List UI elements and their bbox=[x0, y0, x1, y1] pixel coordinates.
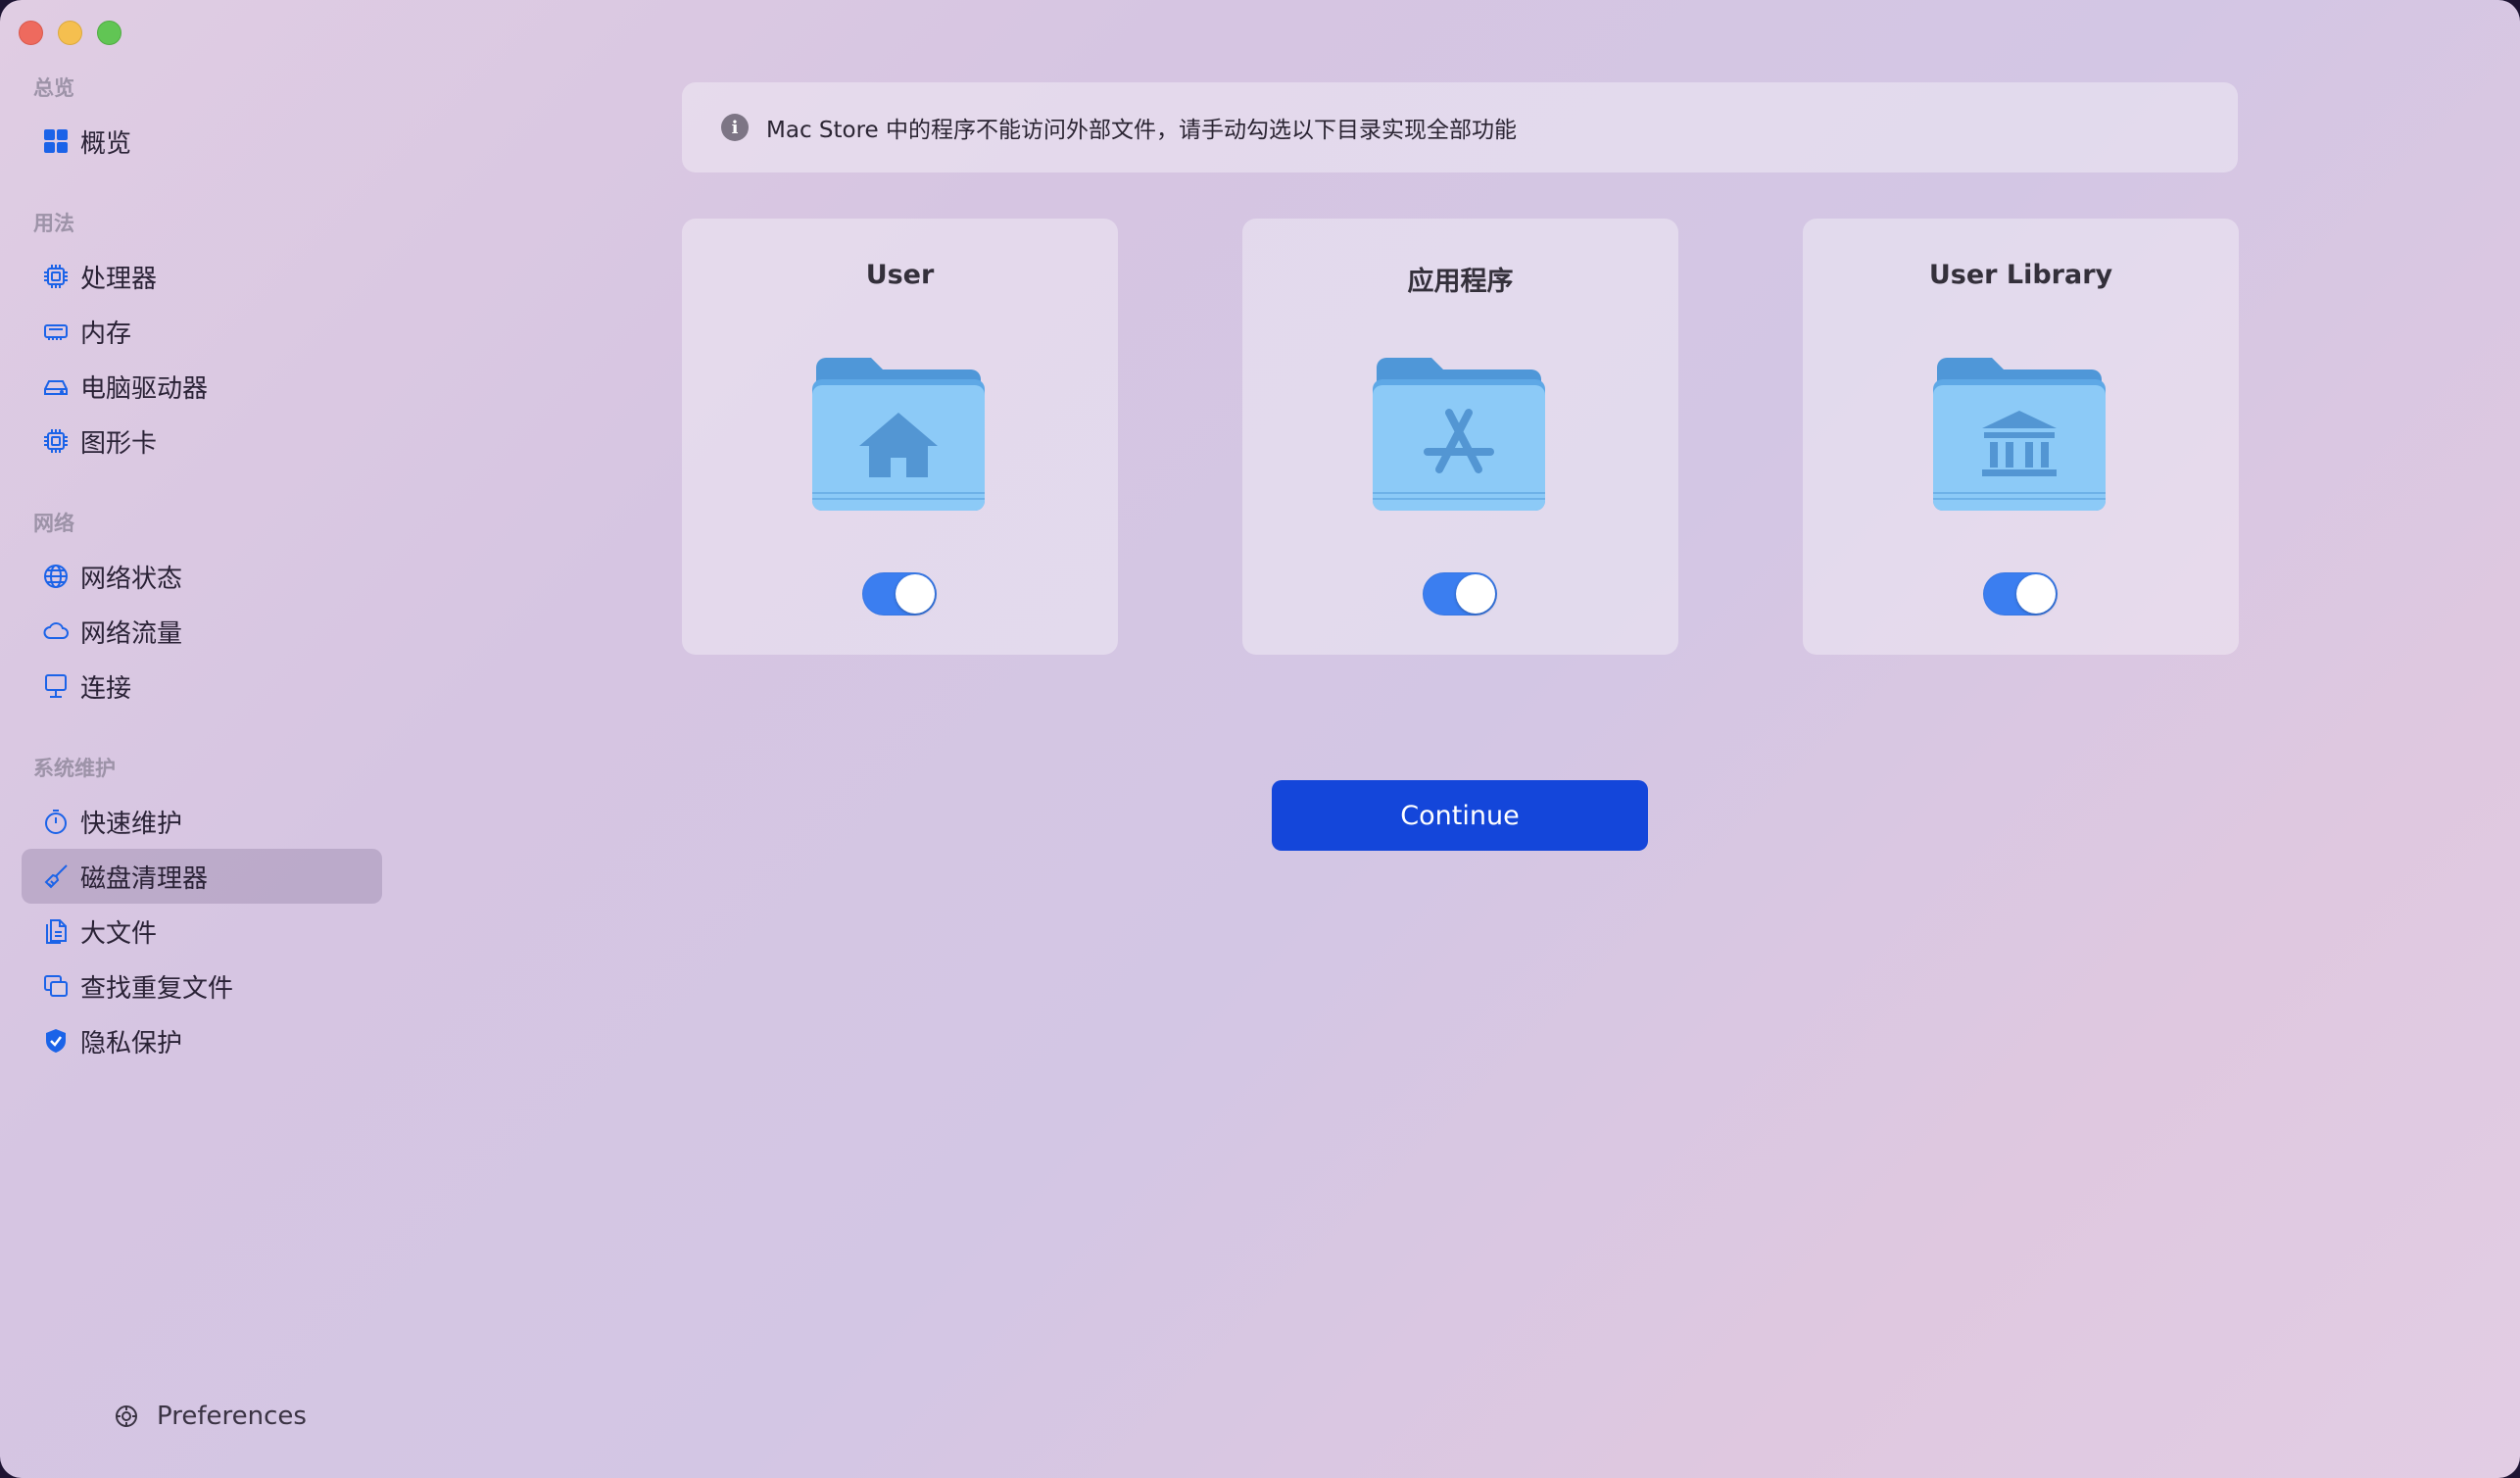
globe-icon bbox=[41, 562, 71, 591]
folder-card-title: 应用程序 bbox=[1407, 267, 1514, 297]
notice-text: Mac Store 中的程序不能访问外部文件，请手动勾选以下目录实现全部功能 bbox=[766, 118, 1517, 143]
sidebar-item-drives[interactable]: 电脑驱动器 bbox=[22, 359, 382, 414]
grid-icon bbox=[41, 126, 71, 156]
toggle-knob bbox=[896, 574, 935, 614]
sidebar-item-label: 连接 bbox=[80, 673, 132, 704]
section-header-maintenance: 系统维护 bbox=[33, 757, 116, 780]
sidebar-item-memory[interactable]: 内存 bbox=[22, 304, 382, 359]
folder-card-title: User bbox=[865, 260, 935, 290]
sidebar-item-large-files[interactable]: 大文件 bbox=[22, 904, 382, 959]
folder-card-user: User bbox=[682, 219, 1118, 655]
cloud-icon bbox=[41, 616, 71, 646]
timer-icon bbox=[41, 807, 71, 836]
folder-card-user-library: User Library bbox=[1803, 219, 2239, 655]
sidebar-item-label: 快速维护 bbox=[80, 809, 183, 839]
sidebar: 总览 概览 用法 处理器 内存 电脑驱动器 图形卡 网络 网络状态 网络流量 连… bbox=[0, 0, 392, 1478]
cpu-icon bbox=[41, 262, 71, 291]
sidebar-item-label: 查找重复文件 bbox=[80, 973, 234, 1004]
applications-folder-toggle[interactable] bbox=[1423, 572, 1497, 616]
info-icon: i bbox=[721, 114, 749, 141]
home-folder-icon bbox=[808, 356, 989, 513]
memory-icon bbox=[41, 317, 71, 346]
sidebar-item-cpu[interactable]: 处理器 bbox=[22, 249, 382, 304]
desktop-icon bbox=[41, 671, 71, 701]
folder-card-applications: 应用程序 bbox=[1242, 219, 1678, 655]
preferences-label: Preferences bbox=[157, 1402, 307, 1431]
sidebar-item-label: 图形卡 bbox=[80, 428, 158, 459]
section-header-usage: 用法 bbox=[33, 212, 74, 235]
sidebar-item-privacy[interactable]: 隐私保护 bbox=[22, 1013, 382, 1068]
sidebar-item-network-traffic[interactable]: 网络流量 bbox=[22, 604, 382, 659]
sidebar-item-label: 电脑驱动器 bbox=[80, 373, 209, 404]
sidebar-item-overview[interactable]: 概览 bbox=[22, 114, 382, 169]
sidebar-item-graphics[interactable]: 图形卡 bbox=[22, 414, 382, 468]
sidebar-item-label: 内存 bbox=[80, 319, 132, 349]
sidebar-item-find-duplicates[interactable]: 查找重复文件 bbox=[22, 959, 382, 1013]
sidebar-item-label: 大文件 bbox=[80, 918, 158, 949]
sidebar-item-quick-maintenance[interactable]: 快速维护 bbox=[22, 794, 382, 849]
continue-button[interactable]: Continue bbox=[1272, 780, 1648, 851]
sidebar-item-network-status[interactable]: 网络状态 bbox=[22, 549, 382, 604]
sidebar-item-label: 磁盘清理器 bbox=[80, 863, 209, 894]
sidebar-item-connections[interactable]: 连接 bbox=[22, 659, 382, 714]
sidebar-item-label: 概览 bbox=[80, 128, 132, 159]
shield-icon bbox=[41, 1026, 71, 1056]
documents-icon bbox=[41, 916, 71, 946]
sidebar-item-disk-cleaner[interactable]: 磁盘清理器 bbox=[22, 849, 382, 904]
gpu-icon bbox=[41, 426, 71, 456]
folder-card-title: User Library bbox=[1928, 260, 2113, 290]
user-library-folder-toggle[interactable] bbox=[1983, 572, 2058, 616]
sidebar-item-label: 网络流量 bbox=[80, 618, 183, 649]
drive-icon bbox=[41, 371, 71, 401]
app-window: 总览 概览 用法 处理器 内存 电脑驱动器 图形卡 网络 网络状态 网络流量 连… bbox=[0, 0, 2520, 1478]
sidebar-item-label: 处理器 bbox=[80, 264, 158, 294]
access-notice-banner: i Mac Store 中的程序不能访问外部文件，请手动勾选以下目录实现全部功能 bbox=[682, 82, 2238, 172]
user-folder-toggle[interactable] bbox=[862, 572, 937, 616]
broom-icon bbox=[41, 862, 71, 891]
applications-folder-icon bbox=[1369, 356, 1549, 513]
library-folder-icon bbox=[1929, 356, 2109, 513]
preferences-button[interactable]: Preferences bbox=[112, 1402, 307, 1431]
gear-icon bbox=[112, 1402, 141, 1431]
toggle-knob bbox=[1456, 574, 1495, 614]
duplicate-icon bbox=[41, 971, 71, 1001]
sidebar-item-label: 网络状态 bbox=[80, 564, 183, 594]
section-header-overview: 总览 bbox=[33, 76, 74, 100]
section-header-network: 网络 bbox=[33, 512, 74, 535]
toggle-knob bbox=[2016, 574, 2056, 614]
sidebar-item-label: 隐私保护 bbox=[80, 1028, 183, 1059]
